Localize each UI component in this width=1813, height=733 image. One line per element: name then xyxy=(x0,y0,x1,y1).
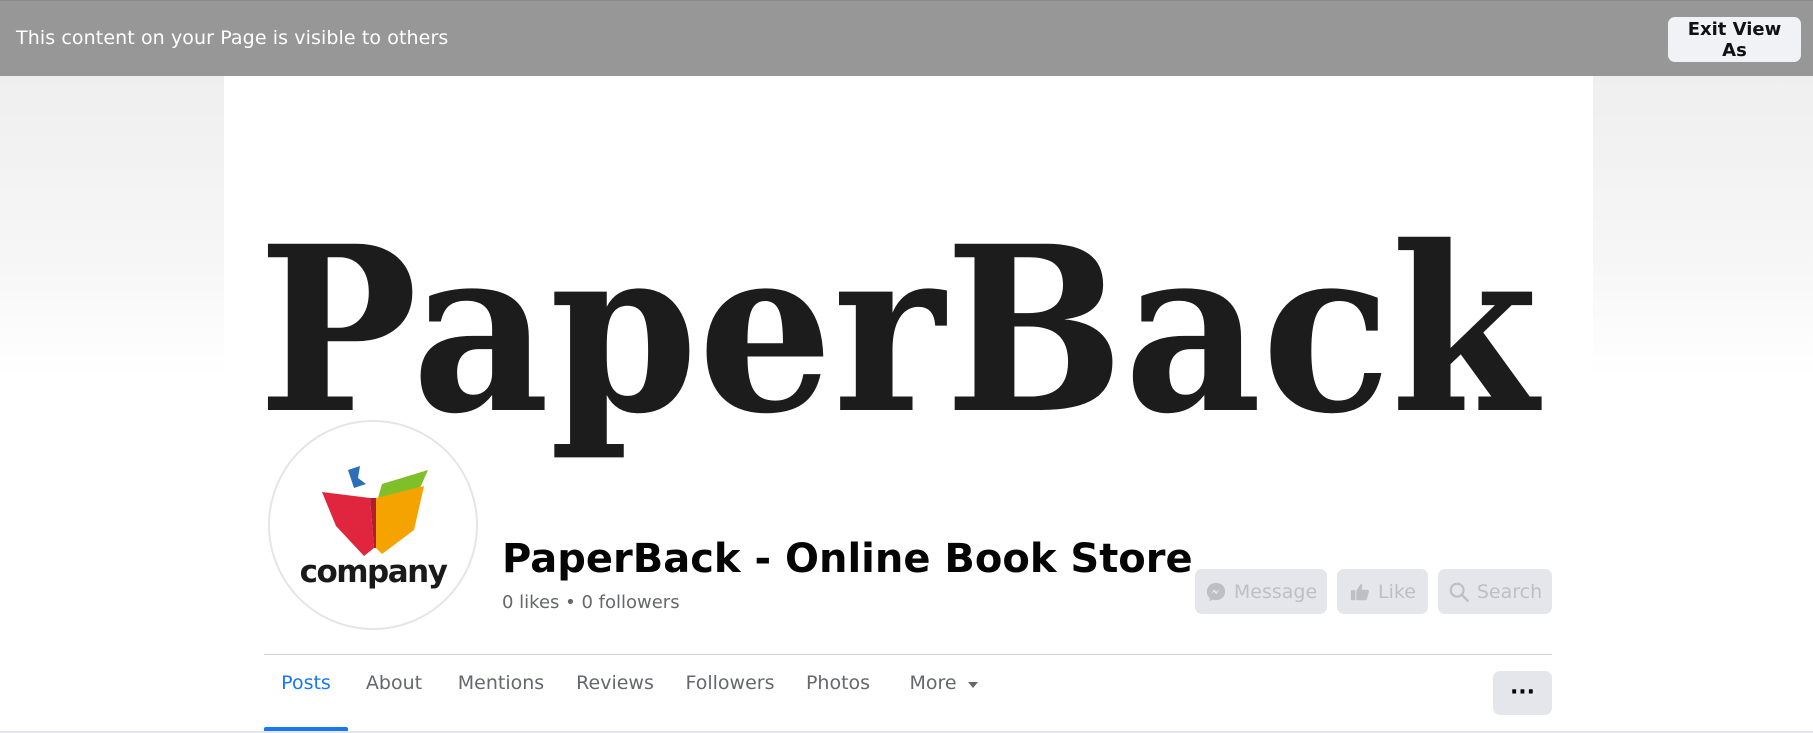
tab-mentions[interactable]: Mentions xyxy=(457,672,545,732)
like-button[interactable]: Like xyxy=(1337,569,1428,614)
cover-wordmark: PaperBack xyxy=(258,214,1542,464)
page-title: PaperBack - Online Book Store xyxy=(502,536,1193,582)
messenger-icon xyxy=(1206,582,1226,601)
view-as-message: This content on your Page is visible to … xyxy=(16,27,449,49)
tab-photos[interactable]: Photos xyxy=(806,672,870,732)
book-logo-icon: company xyxy=(300,466,449,590)
thumbs-up-icon xyxy=(1350,583,1369,600)
page-stats: 0 likes • 0 followers xyxy=(502,592,680,613)
tabs-divider xyxy=(264,654,1552,655)
search-button[interactable]: Search xyxy=(1438,569,1552,614)
view-as-banner: This content on your Page is visible to … xyxy=(0,0,1813,76)
like-label: Like xyxy=(1378,580,1416,603)
tab-followers[interactable]: Followers xyxy=(686,672,775,732)
message-button[interactable]: Message xyxy=(1195,569,1327,614)
page-avatar[interactable]: company xyxy=(268,420,478,630)
tab-about[interactable]: About xyxy=(362,672,426,732)
tab-more-label: More xyxy=(909,672,957,694)
caret-down-icon xyxy=(967,682,978,688)
exit-view-as-button[interactable]: Exit View As xyxy=(1668,17,1801,62)
tab-posts[interactable]: Posts xyxy=(264,672,348,732)
svg-text:company: company xyxy=(300,554,448,590)
tab-reviews[interactable]: Reviews xyxy=(576,672,654,732)
message-label: Message xyxy=(1233,580,1318,603)
svg-text:PaperBack: PaperBack xyxy=(258,214,1542,464)
tab-more[interactable]: More xyxy=(907,672,981,732)
search-label: Search xyxy=(1476,580,1543,603)
more-options-button[interactable]: ··· xyxy=(1493,671,1552,715)
search-icon xyxy=(1449,582,1469,602)
